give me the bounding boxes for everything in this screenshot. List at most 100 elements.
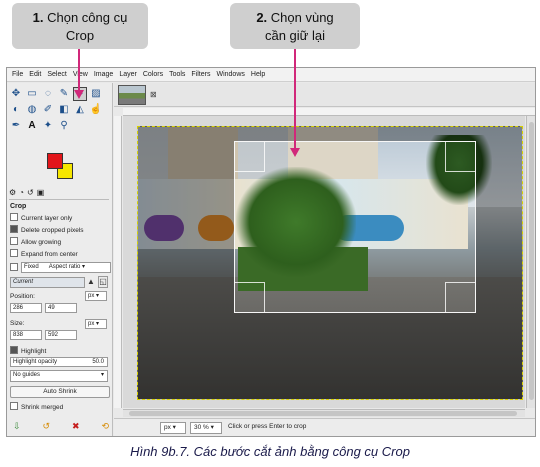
unit-select[interactable]: px ▾ bbox=[160, 422, 186, 434]
size-height-field[interactable]: 592 bbox=[45, 330, 77, 340]
figure-caption: Hình 9b.7. Các bước cắt ảnh bằng công cụ… bbox=[130, 444, 410, 459]
auto-shrink-button[interactable]: Auto Shrink bbox=[10, 386, 110, 398]
zoom-select[interactable]: 30 % ▾ bbox=[190, 422, 222, 434]
image-tabs: ⊠ bbox=[114, 83, 535, 107]
delete-options-icon[interactable]: ✖ bbox=[72, 421, 80, 432]
dock-bottom-bar: ⇩ ↺ ✖ ⟲ bbox=[13, 421, 109, 432]
position-y-field[interactable]: 49 bbox=[45, 303, 77, 313]
crop-handle-bottom-right[interactable] bbox=[445, 282, 475, 312]
checkbox[interactable] bbox=[10, 402, 18, 410]
option-label: Current layer only bbox=[21, 215, 73, 222]
crop-handle-bottom-left[interactable] bbox=[235, 282, 265, 312]
menu-file[interactable]: File bbox=[7, 68, 26, 82]
checkbox[interactable] bbox=[10, 249, 18, 257]
close-icon[interactable]: ⊠ bbox=[150, 90, 157, 99]
scroll-thumb[interactable] bbox=[529, 122, 534, 400]
save-options-icon[interactable]: ⇩ bbox=[13, 421, 21, 432]
arrow-step-1-head bbox=[74, 90, 84, 99]
callout-step-2: 2. Chọn vùng cần giữ lại bbox=[230, 3, 360, 49]
undo-history-tab-icon[interactable]: ↺ bbox=[27, 188, 34, 199]
option-label: Allow growing bbox=[21, 239, 62, 246]
measure-tool-icon[interactable]: ✦ bbox=[41, 119, 55, 133]
menu-view[interactable]: View bbox=[70, 68, 91, 82]
size-unit-select[interactable]: px ▾ bbox=[85, 319, 107, 329]
option-label: Highlight bbox=[21, 348, 47, 355]
tool-options-tab-icon[interactable]: ⚙ bbox=[9, 188, 16, 199]
warp-tool-icon[interactable]: ◐ bbox=[9, 103, 23, 117]
image-canvas[interactable] bbox=[123, 116, 525, 408]
menu-select[interactable]: Select bbox=[44, 68, 69, 82]
checkbox[interactable] bbox=[10, 237, 18, 245]
image-thumbnail[interactable] bbox=[118, 85, 146, 105]
option-expand-from-center[interactable]: Expand from center bbox=[10, 249, 110, 259]
aspect-current-field[interactable]: Current bbox=[10, 277, 85, 288]
vertical-scrollbar[interactable] bbox=[526, 116, 535, 408]
option-allow-growing[interactable]: Allow growing bbox=[10, 237, 110, 247]
highlight-opacity-slider[interactable]: Highlight opacity 50.0 bbox=[10, 357, 108, 367]
tool-options-title: Crop bbox=[10, 203, 27, 210]
option-label: Shrink merged bbox=[21, 404, 64, 411]
position-x-field[interactable]: 286 bbox=[10, 303, 42, 313]
option-highlight[interactable]: Highlight bbox=[10, 346, 110, 356]
menu-colors[interactable]: Colors bbox=[140, 68, 166, 82]
crop-dim-right bbox=[476, 141, 522, 313]
eraser-tool-icon[interactable]: ◧ bbox=[57, 103, 71, 117]
chevron-down-icon: ▾ bbox=[100, 372, 104, 378]
option-delete-cropped-pixels[interactable]: Delete cropped pixels bbox=[10, 225, 110, 235]
checkbox[interactable] bbox=[10, 263, 18, 271]
text-tool-icon[interactable]: A bbox=[25, 119, 39, 133]
fg-bg-colors[interactable] bbox=[47, 153, 81, 181]
menu-layer[interactable]: Layer bbox=[116, 68, 140, 82]
fuzzy-select-tool-icon[interactable]: ✎ bbox=[57, 87, 71, 101]
size-width-field[interactable]: 838 bbox=[10, 330, 42, 340]
unified-transform-tool-icon[interactable]: ▨ bbox=[89, 87, 103, 101]
move-tool-icon[interactable]: ✥ bbox=[9, 87, 23, 101]
cage-tool-icon[interactable]: ◍ bbox=[25, 103, 39, 117]
guides-value: No guides bbox=[13, 372, 41, 378]
checkbox[interactable] bbox=[10, 213, 18, 221]
callout-step-2-line1: Chọn vùng bbox=[270, 10, 334, 25]
menu-edit[interactable]: Edit bbox=[26, 68, 44, 82]
crop-handle-top-left[interactable] bbox=[235, 142, 265, 172]
paths-tool-icon[interactable]: ✒ bbox=[9, 119, 23, 133]
rect-select-tool-icon[interactable]: ▭ bbox=[25, 87, 39, 101]
bucket-fill-tool-icon[interactable]: ◭ bbox=[73, 103, 87, 117]
option-current-layer-only[interactable]: Current layer only bbox=[10, 213, 110, 223]
lock-icon[interactable]: ▲ bbox=[86, 276, 96, 288]
checkbox[interactable] bbox=[10, 225, 18, 233]
arrow-step-1 bbox=[78, 49, 80, 91]
restore-options-icon[interactable]: ↺ bbox=[42, 421, 50, 432]
menu-filters[interactable]: Filters bbox=[188, 68, 213, 82]
guides-select[interactable]: No guides ▾ bbox=[10, 370, 108, 382]
reset-options-icon[interactable]: ⟲ bbox=[101, 421, 109, 432]
device-status-tab-icon[interactable]: ◔ bbox=[19, 188, 24, 199]
option-shrink-merged[interactable]: Shrink merged bbox=[10, 402, 110, 412]
crop-rectangle[interactable] bbox=[234, 141, 476, 313]
menu-help[interactable]: Help bbox=[248, 68, 268, 82]
fixed-mode-select[interactable]: Fixed Aspect ratio ▾ bbox=[21, 262, 111, 273]
checkbox[interactable] bbox=[10, 346, 18, 354]
horizontal-scrollbar[interactable] bbox=[123, 409, 525, 417]
menubar: File Edit Select View Image Layer Colors Tools F… bbox=[7, 68, 535, 82]
crop-handle-top-right[interactable] bbox=[445, 142, 475, 172]
foreground-color-swatch[interactable] bbox=[47, 153, 63, 169]
smudge-tool-icon[interactable]: ☝ bbox=[89, 103, 103, 117]
crop-dim-left bbox=[138, 141, 234, 313]
status-message: Click or press Enter to crop bbox=[228, 423, 307, 430]
figure: 1. Chọn công cụ Crop 2. Chọn vùng cần gi… bbox=[0, 0, 540, 467]
arrow-step-2 bbox=[294, 49, 296, 149]
lasso-tool-icon[interactable]: ◌ bbox=[41, 87, 55, 101]
menu-tools[interactable]: Tools bbox=[166, 68, 188, 82]
portrait-landscape-icon[interactable]: ◱ bbox=[98, 276, 108, 288]
paintbrush-tool-icon[interactable]: ✐ bbox=[41, 103, 55, 117]
scroll-thumb[interactable] bbox=[129, 411, 517, 416]
unit-value: px bbox=[88, 321, 95, 327]
zoom-tool-icon[interactable]: ⚲ bbox=[57, 119, 71, 133]
position-unit-select[interactable]: px ▾ bbox=[85, 291, 107, 301]
horizontal-ruler bbox=[123, 108, 535, 116]
unit-value: px bbox=[88, 293, 95, 299]
images-tab-icon[interactable]: ▣ bbox=[37, 188, 45, 199]
menu-image[interactable]: Image bbox=[91, 68, 116, 82]
callout-step-1-number: 1. bbox=[32, 10, 44, 25]
menu-windows[interactable]: Windows bbox=[213, 68, 247, 82]
